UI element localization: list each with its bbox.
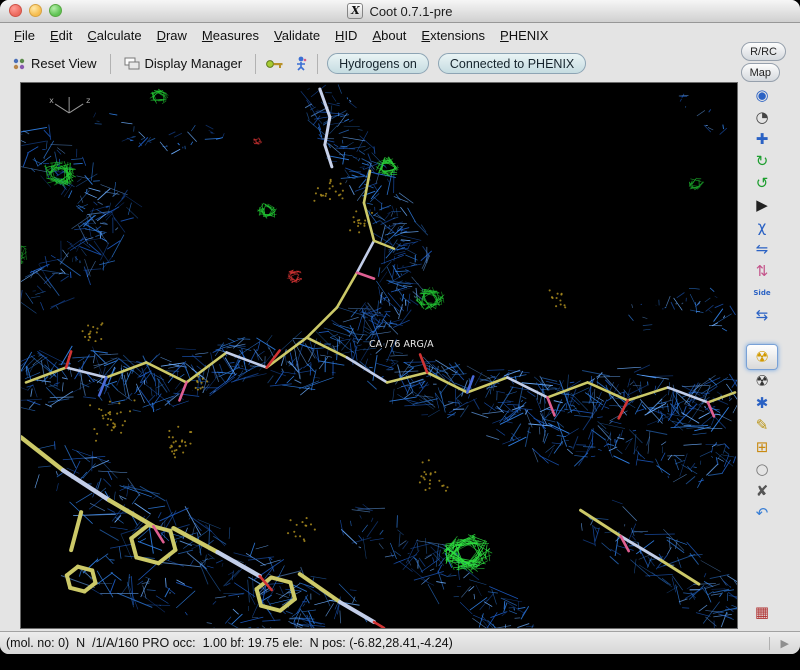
rotate-translate-icon[interactable]: ↻ bbox=[747, 150, 777, 172]
add-alt-conf-icon[interactable]: ⊞ bbox=[747, 436, 777, 458]
phenix-connection-button[interactable]: Connected to PHENIX bbox=[437, 53, 587, 74]
x11-app-icon: X bbox=[347, 3, 364, 19]
hydrogens-toggle-button[interactable]: Hydrogens on bbox=[327, 53, 429, 74]
reset-view-button[interactable]: Reset View bbox=[8, 54, 101, 73]
jed-flip-icon[interactable]: ⇆ bbox=[747, 304, 777, 326]
main-content: xz CA /76 ARG/A ◉ ◔ ✚ ↻ ↺ ▶ χ ⇋ ⇅ Side ⇆ ☢ ☢ ✱ ✎ ⊞ ○ ✘ ↶ ▦ bbox=[0, 79, 800, 631]
map-button[interactable]: Map bbox=[740, 63, 780, 82]
flip-peptide-icon[interactable]: ⇅ bbox=[747, 260, 777, 282]
pointer-atom-icon[interactable]: ✎ bbox=[747, 414, 777, 436]
menu-item-hid[interactable]: HID bbox=[335, 28, 357, 43]
auto-fit-rotamer-icon[interactable]: ↺ bbox=[747, 172, 777, 194]
go-to-ligand-button[interactable] bbox=[294, 56, 308, 71]
statusbar: (mol. no: 0) N /1/A/160 PRO occ: 1.00 bf… bbox=[0, 631, 800, 654]
window-title: Coot 0.7.1-pre bbox=[369, 3, 453, 19]
delete-item-icon[interactable]: ✘ bbox=[747, 480, 777, 502]
svg-text:x: x bbox=[49, 96, 54, 105]
add-terminal-residue-icon[interactable]: ✱ bbox=[747, 392, 777, 414]
menu-item-about[interactable]: About bbox=[372, 28, 406, 43]
undo-icon[interactable]: ↶ bbox=[747, 502, 777, 524]
minimize-button[interactable] bbox=[29, 4, 42, 17]
menubar: File Edit Calculate Draw Measures Validate HID… bbox=[0, 23, 800, 48]
menu-item-calculate[interactable]: Calculate bbox=[87, 28, 141, 43]
edit-chi-angles-icon[interactable]: χ bbox=[747, 216, 777, 238]
go-to-atom-button[interactable] bbox=[265, 57, 285, 71]
menu-item-edit[interactable]: Edit bbox=[50, 28, 72, 43]
window-controls bbox=[9, 4, 62, 17]
close-button[interactable] bbox=[9, 4, 22, 17]
molecular-view: xz bbox=[21, 83, 737, 628]
toolbar-separator bbox=[109, 53, 111, 74]
reset-view-icon bbox=[13, 58, 25, 69]
display-images-icon[interactable]: ▦ bbox=[747, 601, 777, 623]
menu-item-validate[interactable]: Validate bbox=[274, 28, 320, 43]
toolbar-separator bbox=[255, 53, 257, 74]
display-manager-icon bbox=[124, 57, 140, 69]
menu-item-file[interactable]: File bbox=[14, 28, 35, 43]
titlebar[interactable]: X Coot 0.7.1-pre bbox=[0, 0, 800, 23]
simple-mutate-icon[interactable]: ☢ bbox=[746, 344, 778, 370]
gl-canvas[interactable]: xz CA /76 ARG/A bbox=[20, 82, 738, 629]
zoom-button[interactable] bbox=[49, 4, 62, 17]
tandem-refine-icon[interactable]: ◔ bbox=[747, 106, 777, 128]
mutate-autofit-icon[interactable]: ☢ bbox=[747, 370, 777, 392]
display-manager-label: Display Manager bbox=[144, 56, 243, 71]
side-toolbar: ◉ ◔ ✚ ↻ ↺ ▶ χ ⇋ ⇅ Side ⇆ ☢ ☢ ✱ ✎ ⊞ ○ ✘ ↶ ▦ bbox=[741, 82, 783, 629]
rigid-body-fit-icon[interactable]: ✚ bbox=[747, 128, 777, 150]
go-to-atom-icon bbox=[266, 59, 283, 68]
go-to-ligand-icon bbox=[297, 56, 307, 71]
rotamers-icon[interactable]: ▶ bbox=[747, 194, 777, 216]
menu-item-measures[interactable]: Measures bbox=[202, 28, 259, 43]
clear-pending-icon[interactable]: ○ bbox=[747, 458, 777, 480]
title-wrap: X Coot 0.7.1-pre bbox=[347, 3, 453, 19]
rrc-button[interactable]: R/RC bbox=[741, 42, 786, 61]
status-text: (mol. no: 0) N /1/A/160 PRO occ: 1.00 bf… bbox=[6, 636, 453, 650]
sidechain-180-icon[interactable]: Side bbox=[747, 282, 777, 304]
toolbar-separator bbox=[317, 53, 319, 74]
display-manager-button[interactable]: Display Manager bbox=[120, 54, 247, 73]
refine-sphere-icon[interactable]: ◉ bbox=[747, 84, 777, 106]
coot-window: X Coot 0.7.1-pre File Edit Calculate Draw Me… bbox=[0, 0, 800, 654]
menu-item-extensions[interactable]: Extensions bbox=[421, 28, 485, 43]
menu-item-phenix[interactable]: PHENIX bbox=[500, 28, 548, 43]
status-expand-button[interactable]: ▶ bbox=[768, 636, 800, 650]
svg-text:z: z bbox=[86, 96, 90, 105]
menu-item-draw[interactable]: Draw bbox=[157, 28, 187, 43]
reset-view-label: Reset View bbox=[31, 56, 97, 71]
torsion-general-icon[interactable]: ⇋ bbox=[747, 238, 777, 260]
toolbar: Reset View Display Manager Hydrogens on … bbox=[0, 48, 800, 79]
